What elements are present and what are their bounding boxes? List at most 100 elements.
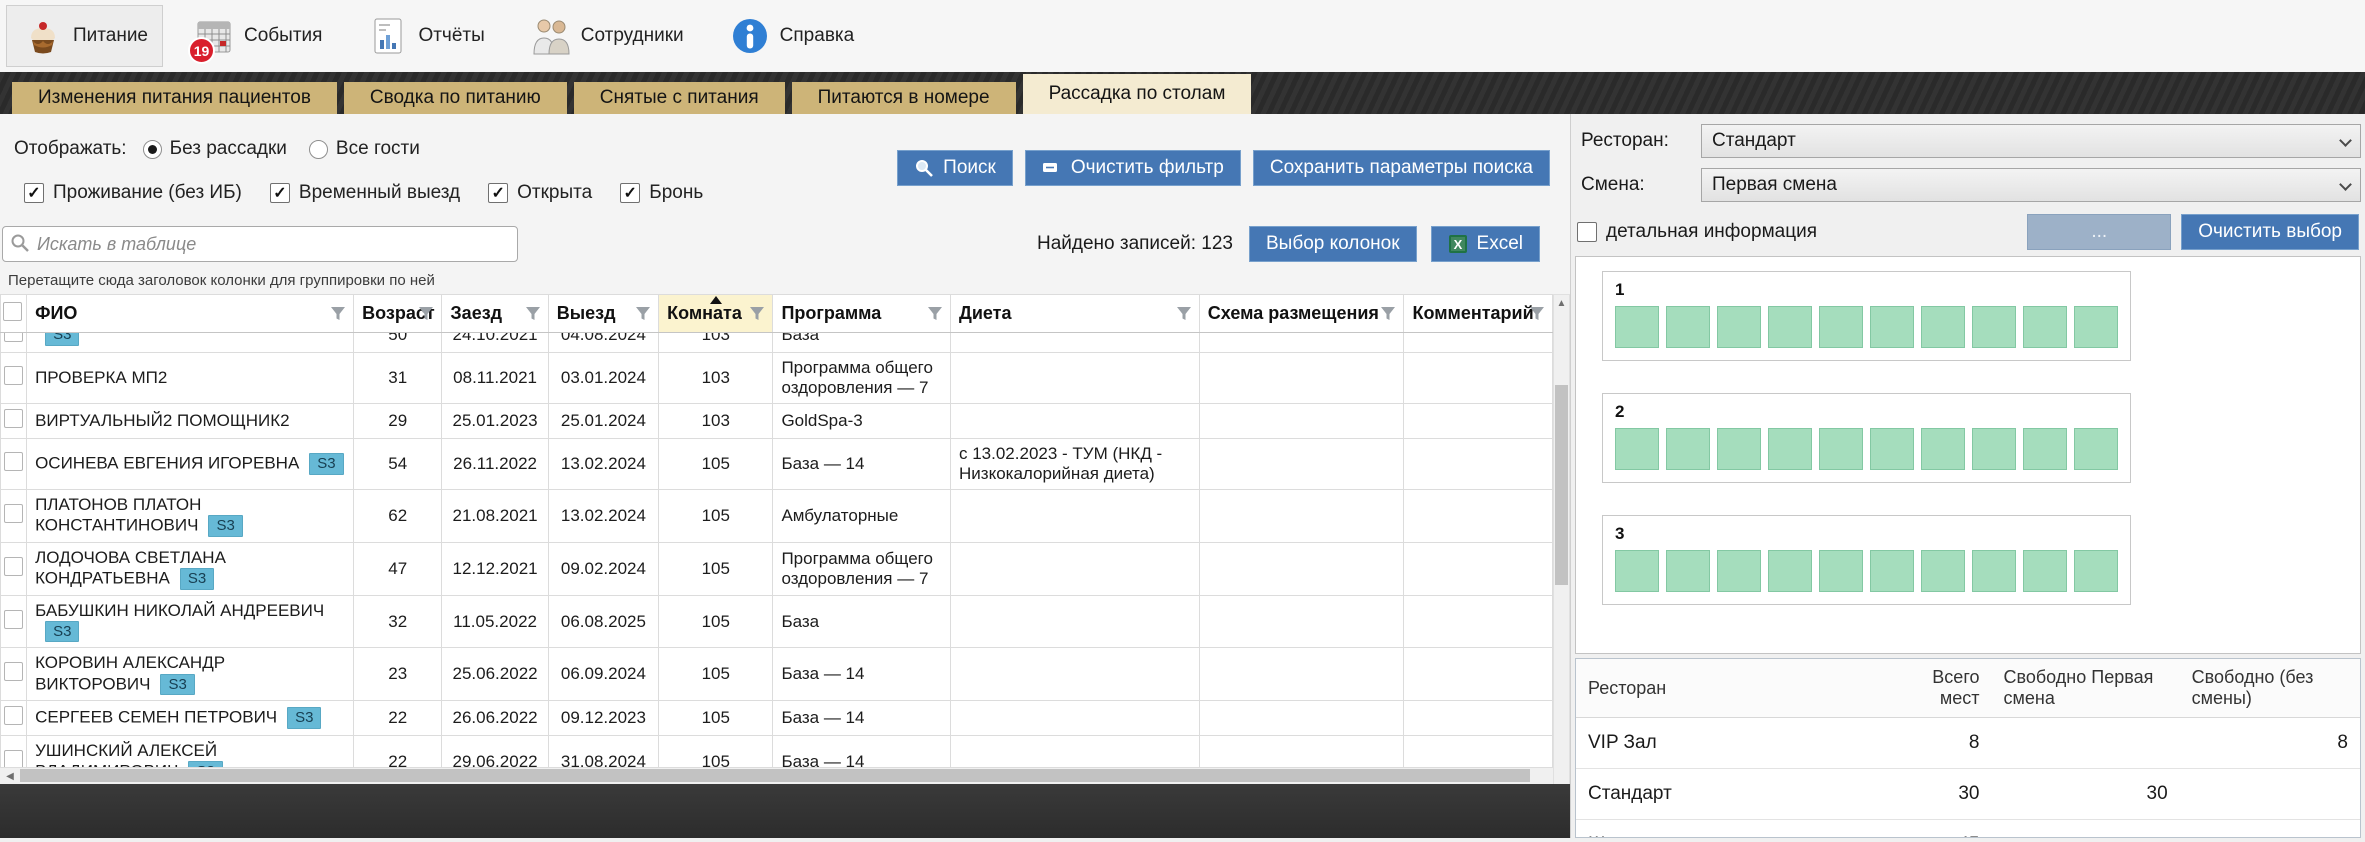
column-header-3[interactable]: Заезд bbox=[442, 295, 548, 333]
search-button[interactable]: Поиск bbox=[897, 150, 1013, 186]
scroll-up-arrow[interactable]: ▲ bbox=[1554, 295, 1569, 311]
seat[interactable] bbox=[1819, 550, 1863, 592]
summary-row[interactable]: VIP Зал88 bbox=[1576, 718, 2360, 769]
toolbar-item-3[interactable]: Отчёты bbox=[351, 5, 499, 67]
filter-checkbox-1[interactable]: ✓Проживание (без ИБ) bbox=[24, 182, 242, 204]
filter-icon[interactable] bbox=[1379, 305, 1397, 323]
row-checkbox[interactable] bbox=[4, 333, 23, 342]
column-header-9[interactable]: Комментарий bbox=[1404, 295, 1553, 333]
search-input[interactable] bbox=[2, 226, 518, 262]
filter-checkbox-3[interactable]: ✓Открыта bbox=[488, 182, 592, 204]
seat[interactable] bbox=[1870, 306, 1914, 348]
seat[interactable] bbox=[1870, 428, 1914, 470]
row-checkbox[interactable] bbox=[4, 504, 23, 523]
seat[interactable] bbox=[1819, 306, 1863, 348]
filter-checkbox-2[interactable]: ✓Временный выезд bbox=[270, 182, 460, 204]
summary-row[interactable]: Шале45 bbox=[1576, 820, 2360, 839]
filter-checkbox-4[interactable]: ✓Бронь bbox=[620, 182, 703, 204]
seat[interactable] bbox=[1666, 428, 1710, 470]
seat[interactable] bbox=[1768, 550, 1812, 592]
seat[interactable] bbox=[2074, 550, 2118, 592]
filter-icon[interactable] bbox=[926, 305, 944, 323]
column-header-4[interactable]: Выезд bbox=[548, 295, 658, 333]
shift-select[interactable]: Первая смена bbox=[1701, 168, 2361, 202]
column-header-2[interactable]: Возраст bbox=[354, 295, 442, 333]
seat[interactable] bbox=[2023, 428, 2067, 470]
seat[interactable] bbox=[1615, 306, 1659, 348]
row-checkbox[interactable] bbox=[4, 662, 23, 681]
seat[interactable] bbox=[2023, 550, 2067, 592]
filter-icon[interactable] bbox=[524, 305, 542, 323]
row-checkbox[interactable] bbox=[4, 409, 23, 428]
filter-icon[interactable] bbox=[329, 305, 347, 323]
row-checkbox[interactable] bbox=[4, 557, 23, 576]
summary-row[interactable]: Стандарт3030 bbox=[1576, 769, 2360, 820]
seat[interactable] bbox=[1972, 306, 2016, 348]
seat[interactable] bbox=[1615, 428, 1659, 470]
clear-selection-button[interactable]: Очистить выбор bbox=[2181, 214, 2359, 250]
column-header-5[interactable]: Комната bbox=[659, 295, 773, 333]
seat[interactable] bbox=[1717, 428, 1761, 470]
table-row[interactable]: ОСИНЕВА ЕВГЕНИЯ ИГОРЕВНАS35426.11.202213… bbox=[1, 439, 1553, 490]
seat[interactable] bbox=[1921, 428, 1965, 470]
restaurant-select[interactable]: Стандарт bbox=[1701, 124, 2361, 158]
row-checkbox[interactable] bbox=[4, 366, 23, 385]
filter-icon[interactable] bbox=[1175, 305, 1193, 323]
dining-table-3[interactable]: 3 bbox=[1602, 515, 2131, 605]
seat[interactable] bbox=[1819, 428, 1863, 470]
filter-icon[interactable] bbox=[1528, 305, 1546, 323]
select-all-checkbox[interactable] bbox=[3, 302, 22, 321]
seat[interactable] bbox=[1717, 550, 1761, 592]
detail-info-checkbox[interactable]: детальная информация bbox=[1577, 221, 1817, 243]
filter-icon[interactable] bbox=[748, 305, 766, 323]
toolbar-item-4[interactable]: Сотрудники bbox=[514, 5, 699, 67]
seat[interactable] bbox=[1870, 550, 1914, 592]
seat[interactable] bbox=[1768, 306, 1812, 348]
dining-table-2[interactable]: 2 bbox=[1602, 393, 2131, 483]
tab-4[interactable]: Питаются в номере bbox=[792, 82, 1016, 114]
toolbar-item-5[interactable]: Справка bbox=[713, 5, 870, 67]
seat[interactable] bbox=[2074, 428, 2118, 470]
horizontal-scroll-thumb[interactable] bbox=[20, 769, 1530, 782]
table-row[interactable]: ВИРТУАЛЬНЫЙ2 ПОМОЩНИК22925.01.202325.01.… bbox=[1, 404, 1553, 439]
table-row[interactable]: СЕРГЕЕВ СЕМЕН ПЕТРОВИЧS32226.06.202209.1… bbox=[1, 701, 1553, 736]
filter-icon[interactable] bbox=[417, 305, 435, 323]
radio-1[interactable]: Без рассадки bbox=[143, 138, 287, 160]
seat[interactable] bbox=[2074, 306, 2118, 348]
filter-icon[interactable] bbox=[634, 305, 652, 323]
column-header-1[interactable]: ФИО bbox=[27, 295, 354, 333]
seat[interactable] bbox=[1666, 306, 1710, 348]
radio-2[interactable]: Все гости bbox=[309, 138, 420, 160]
tab-5[interactable]: Рассадка по столам bbox=[1023, 74, 1252, 114]
seat[interactable] bbox=[1972, 550, 2016, 592]
column-header-6[interactable]: Программа bbox=[773, 295, 951, 333]
seat[interactable] bbox=[2023, 306, 2067, 348]
dining-table-1[interactable]: 1 bbox=[1602, 271, 2131, 361]
seat[interactable] bbox=[1768, 428, 1812, 470]
seat[interactable] bbox=[1921, 550, 1965, 592]
row-checkbox[interactable] bbox=[4, 610, 23, 629]
column-header-7[interactable]: Диета bbox=[951, 295, 1200, 333]
table-row[interactable]: ЛОДОЧОВА СВЕТЛАНА КОНДРАТЬЕВНАS34712.12.… bbox=[1, 543, 1553, 596]
scroll-left-arrow[interactable]: ◀ bbox=[2, 768, 18, 784]
clear-filter-button[interactable]: Очистить фильтр bbox=[1025, 150, 1241, 186]
patients-grid-body-viewport[interactable]: S35024.10.202104.08.2024103БазаПРОВЕРКА … bbox=[0, 333, 1553, 806]
tab-1[interactable]: Изменения питания пациентов bbox=[12, 82, 337, 114]
seat[interactable] bbox=[1666, 550, 1710, 592]
table-row[interactable]: КОРОВИН АЛЕКСАНДР ВИКТОРОВИЧS32325.06.20… bbox=[1, 648, 1553, 701]
vertical-scroll-thumb[interactable] bbox=[1555, 385, 1568, 585]
table-row[interactable]: S35024.10.202104.08.2024103База bbox=[1, 333, 1553, 353]
save-search-params-button[interactable]: Сохранить параметры поиска bbox=[1253, 150, 1550, 186]
row-checkbox[interactable] bbox=[4, 452, 23, 471]
seat[interactable] bbox=[1717, 306, 1761, 348]
seat[interactable] bbox=[1921, 306, 1965, 348]
toolbar-item-2[interactable]: 19События bbox=[177, 5, 337, 67]
table-row[interactable]: ПЛАТОНОВ ПЛАТОН КОНСТАНТИНОВИЧS36221.08.… bbox=[1, 490, 1553, 543]
row-checkbox[interactable] bbox=[4, 706, 23, 725]
horizontal-scrollbar[interactable]: ◀ bbox=[0, 767, 1553, 784]
table-row[interactable]: БАБУШКИН НИКОЛАЙ АНДРЕЕВИЧS33211.05.2022… bbox=[1, 595, 1553, 648]
toolbar-item-1[interactable]: Питание bbox=[6, 5, 163, 67]
column-header-8[interactable]: Схема размещения bbox=[1199, 295, 1404, 333]
excel-export-button[interactable]: X Excel bbox=[1431, 226, 1540, 262]
column-chooser-button[interactable]: Выбор колонок bbox=[1249, 226, 1417, 262]
